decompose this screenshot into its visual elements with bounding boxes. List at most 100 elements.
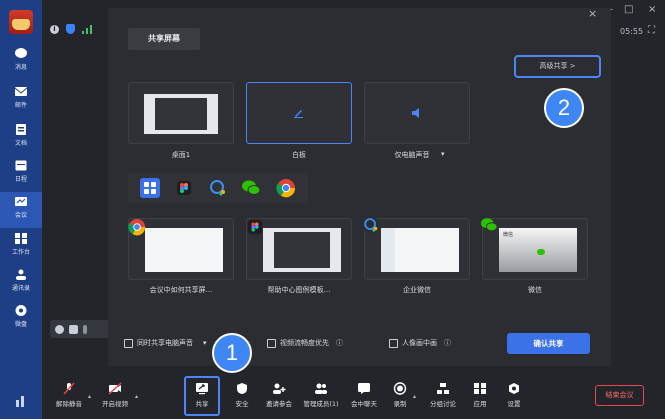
desktop-thumbnail <box>144 94 218 134</box>
share-audio-label: 同时共享电脑声音 <box>137 339 193 347</box>
pip-checkbox[interactable] <box>389 338 398 348</box>
emoji-icon[interactable] <box>55 324 64 334</box>
smooth-video-option[interactable]: 视频流畅度优先 ⓘ <box>267 338 343 348</box>
stats-icon[interactable] <box>13 393 29 409</box>
record-icon <box>393 382 407 395</box>
toolbar-label: 开启视频 <box>102 400 128 408</box>
toolbar-label: 录制 <box>393 400 407 408</box>
invite-icon <box>273 383 286 394</box>
shield-icon <box>237 383 247 394</box>
audio-caret-icon[interactable]: ▾ <box>203 339 207 347</box>
invite-button[interactable]: 邀请参会 <box>262 382 296 408</box>
toolbar-label: 安全 <box>235 400 249 408</box>
signal-icon <box>82 24 92 34</box>
wecom-icon[interactable] <box>208 178 228 198</box>
left-sidebar: 消息 邮件 文档 日程 会议 工作台 通讯录 微盘 <box>0 0 42 419</box>
info-icon[interactable]: ⓘ <box>444 338 451 348</box>
sidebar-item-drive[interactable]: 微盘 <box>0 301 42 337</box>
share-window-wecom[interactable] <box>364 218 470 280</box>
camera-off-icon <box>108 382 122 395</box>
caret-icon[interactable]: ▴ <box>135 393 138 400</box>
sidebar-item-label: 文档 <box>14 140 27 147</box>
toolbar-label: 解除静音 <box>56 400 82 408</box>
manage-members-button[interactable]: 管理成员(1) <box>299 382 343 408</box>
smooth-video-checkbox[interactable] <box>267 338 276 348</box>
share-option-desktop[interactable] <box>128 82 234 144</box>
advanced-share-button[interactable]: 高级共享 > <box>514 55 601 78</box>
sidebar-item-messages[interactable]: 消息 <box>0 44 42 80</box>
chat-bubble-icon[interactable] <box>69 324 78 334</box>
confirm-share-button[interactable]: 确认共享 <box>507 333 590 354</box>
sidebar-item-label: 微盘 <box>14 321 27 328</box>
fullscreen-icon[interactable]: ⛶ <box>648 25 655 36</box>
dialog-close-button[interactable]: × <box>588 7 597 20</box>
chat-icon <box>358 383 370 394</box>
window-label: 企业微信 <box>403 286 431 294</box>
sidebar-item-calendar[interactable]: 日程 <box>0 156 42 192</box>
sidebar-item-label: 邮件 <box>14 102 27 109</box>
record-button[interactable]: 录制 <box>389 382 411 408</box>
settings-button[interactable]: 设置 <box>503 382 525 408</box>
audio-dropdown-caret[interactable]: ▾ <box>441 150 445 158</box>
doc-icon <box>16 124 26 135</box>
sidebar-item-label: 消息 <box>14 64 27 71</box>
collapse-icon[interactable] <box>83 324 87 334</box>
security-button[interactable]: 安全 <box>229 382 255 408</box>
close-window-button[interactable]: × <box>648 4 656 15</box>
toolbar-label: 共享 <box>195 400 209 408</box>
window-thumbnail <box>145 228 223 272</box>
toolbar-label: 应用 <box>473 400 487 408</box>
info-icon[interactable]: i <box>50 24 59 34</box>
breakout-icon <box>437 383 449 394</box>
chat-icon <box>15 48 27 58</box>
sidebar-item-workbench[interactable]: 工作台 <box>0 229 42 265</box>
window-label: 微信 <box>528 286 542 294</box>
toolbar-label: 邀请参会 <box>266 400 292 408</box>
pip-option[interactable]: 人像画中画 ⓘ <box>389 338 451 348</box>
meeting-status: i <box>50 24 92 34</box>
settings-icon <box>509 383 519 394</box>
share-screen-icon <box>196 383 208 395</box>
sidebar-item-contacts[interactable]: 通讯录 <box>0 265 42 301</box>
apps-button[interactable]: 应用 <box>469 382 491 408</box>
meeting-chat-button[interactable]: 会中聊天 <box>348 382 380 408</box>
window-title: 微信 <box>503 232 514 238</box>
speaker-icon <box>412 108 419 118</box>
info-icon[interactable]: ⓘ <box>336 338 343 348</box>
sidebar-item-label: 通讯录 <box>11 285 30 292</box>
share-option-label: 桌面1 <box>171 151 191 159</box>
pip-label: 人像画中画 <box>402 339 437 347</box>
end-meeting-button[interactable]: 结束会议 <box>595 385 644 406</box>
sidebar-item-docs[interactable]: 文档 <box>0 120 42 156</box>
mail-icon <box>14 87 28 96</box>
share-window-wechat[interactable]: 微信 <box>482 218 588 280</box>
window-label: 帮助中心图例模板... <box>267 286 331 294</box>
figma-icon[interactable] <box>174 178 194 198</box>
filter-all-apps-button[interactable] <box>140 178 160 198</box>
toolbar-label: 管理成员(1) <box>303 400 339 408</box>
avatar[interactable] <box>9 10 33 34</box>
maximize-button[interactable]: □ <box>624 4 633 15</box>
window-label: 会议中如何共享屏... <box>149 286 213 294</box>
start-video-button[interactable]: 开启视频 <box>97 382 133 408</box>
wechat-icon <box>480 218 498 232</box>
meeting-icon <box>15 197 27 206</box>
sidebar-item-mail[interactable]: 邮件 <box>0 82 42 118</box>
mini-controls <box>50 320 110 338</box>
toolbar-label: 分组讨论 <box>430 400 456 408</box>
breakout-button[interactable]: 分组讨论 <box>426 382 460 408</box>
sidebar-item-label: 日程 <box>14 176 27 183</box>
wechat-icon[interactable] <box>241 178 261 198</box>
chrome-icon[interactable] <box>276 178 296 198</box>
contacts-icon <box>16 269 26 280</box>
share-audio-checkbox[interactable] <box>124 338 133 348</box>
caret-icon[interactable]: ▴ <box>88 393 91 400</box>
caret-icon[interactable]: ▴ <box>413 393 416 400</box>
apps-icon <box>474 383 486 394</box>
share-button[interactable]: 共享 <box>187 382 217 408</box>
sidebar-item-meeting[interactable]: 会议 <box>0 192 42 228</box>
share-audio-option[interactable]: 同时共享电脑声音 ▾ <box>124 338 207 348</box>
unmute-button[interactable]: 解除静音 <box>52 382 86 408</box>
toolbar-label: 设置 <box>507 400 521 408</box>
share-option-label: 白板 <box>292 151 306 159</box>
